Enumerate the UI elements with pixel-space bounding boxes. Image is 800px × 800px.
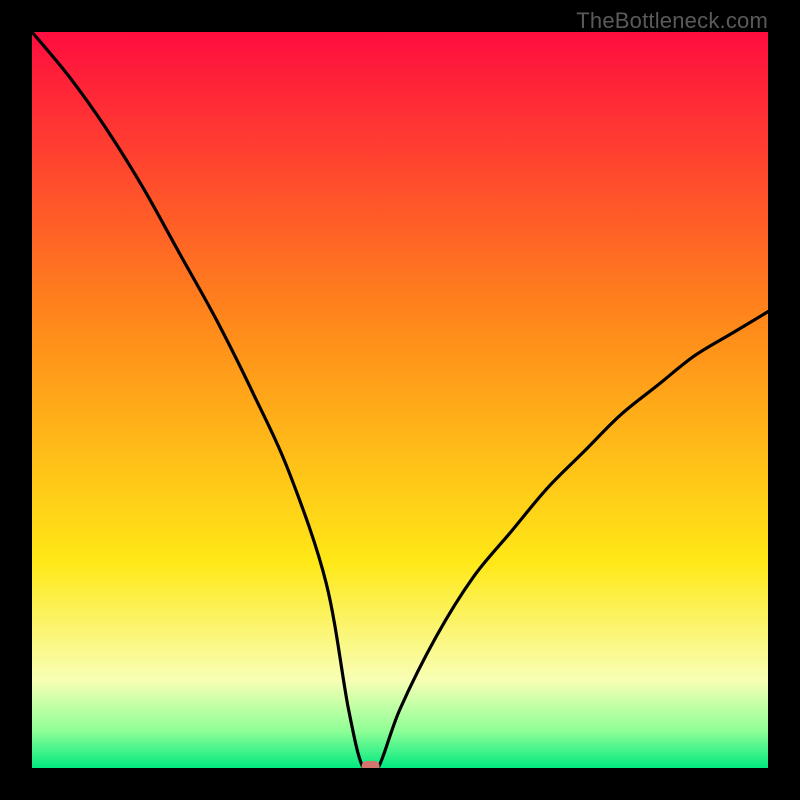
gradient-background [32,32,768,768]
attribution-text: TheBottleneck.com [576,8,768,34]
plot-area [32,32,768,768]
bottleneck-chart [32,32,768,768]
optimum-marker [362,761,380,768]
outer-frame: TheBottleneck.com [0,0,800,800]
